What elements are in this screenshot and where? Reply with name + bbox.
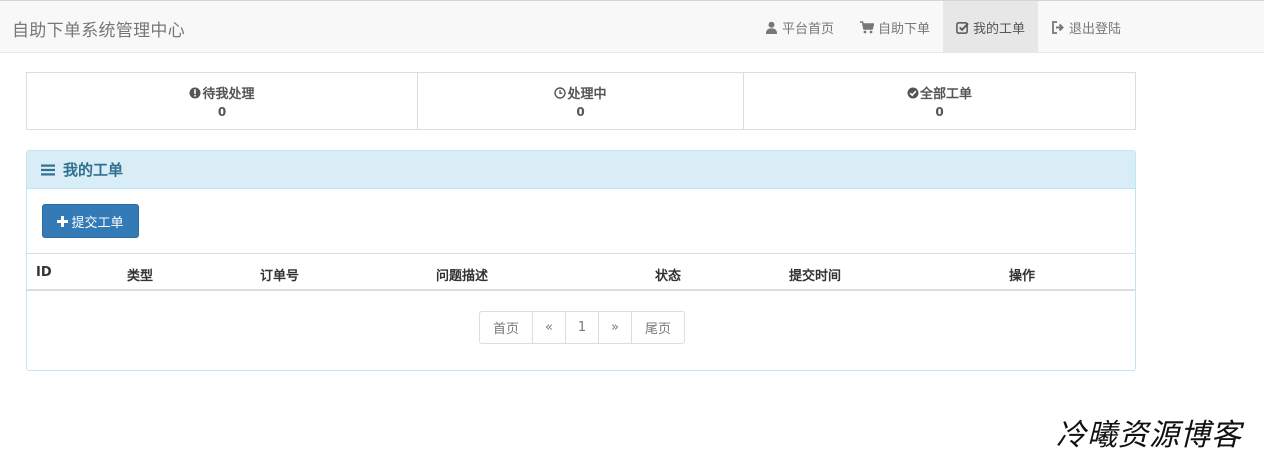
brand-title[interactable]: 自助下单系统管理中心	[12, 16, 185, 41]
pagination: 首页 « 1 » 尾页	[479, 311, 685, 344]
stat-pending-label: 待我处理	[202, 87, 255, 102]
table-header-row: ID 类型 订单号 问题描述 状态 提交时间 操作	[27, 253, 1135, 291]
stat-pending-value: 0	[217, 105, 227, 119]
stat-processing-label: 处理中	[567, 87, 607, 102]
nav-item-home-label: 平台首页	[782, 21, 835, 37]
nav-item-order[interactable]: 自助下单	[847, 1, 943, 53]
list-icon	[41, 164, 55, 175]
column-header-type: 类型	[127, 269, 154, 284]
navbar: 自助下单系统管理中心 平台首页 自助下单 我的工单 退出登陆	[0, 0, 1264, 53]
page-last[interactable]: 尾页	[631, 311, 685, 344]
cart-icon	[860, 20, 875, 33]
nav-item-my-tickets[interactable]: 我的工单	[943, 1, 1039, 53]
nav-item-order-label: 自助下单	[878, 21, 931, 37]
clock-icon	[554, 86, 567, 99]
nav-item-my-tickets-label: 我的工单	[973, 21, 1026, 37]
panel-heading: 我的工单	[27, 151, 1135, 189]
check-square-icon	[956, 21, 969, 34]
page-next[interactable]: »	[598, 311, 632, 344]
stat-all-value: 0	[935, 105, 944, 119]
page-first[interactable]: 首页	[479, 311, 533, 344]
watermark: 冷曦资源博客	[1056, 418, 1242, 453]
nav-item-logout[interactable]: 退出登陆	[1038, 1, 1134, 53]
stat-processing-value: 0	[576, 105, 585, 119]
nav-item-logout-label: 退出登陆	[1069, 21, 1122, 37]
plus-icon	[57, 215, 69, 227]
nav-item-home[interactable]: 平台首页	[752, 1, 847, 53]
stat-all-label: 全部工单	[919, 87, 972, 102]
column-header-status: 状态	[655, 269, 682, 284]
stat-all: 全部工单 0	[744, 73, 1135, 129]
nav-menu: 平台首页 自助下单 我的工单 退出登陆	[752, 1, 1134, 53]
column-header-order-no: 订单号	[260, 269, 300, 284]
column-header-actions: 操作	[1009, 269, 1036, 284]
submit-ticket-button[interactable]: 提交工单	[42, 204, 139, 238]
check-circle-icon	[907, 87, 919, 98]
stat-pending: 待我处理 0	[27, 73, 418, 129]
column-header-submit-time: 提交时间	[789, 269, 842, 284]
panel-title: 我的工单	[63, 161, 124, 179]
submit-ticket-label: 提交工单	[71, 215, 124, 231]
column-header-id: ID	[36, 265, 52, 280]
stat-processing: 处理中 0	[418, 73, 744, 129]
stats-bar: 待我处理 0 处理中 0 全部工单 0	[26, 72, 1136, 130]
user-icon	[765, 21, 778, 34]
logout-icon	[1052, 20, 1064, 34]
exclamation-circle-icon	[189, 87, 201, 98]
page-current[interactable]: 1	[565, 311, 599, 344]
tickets-panel: 我的工单 提交工单 ID 类型 订单号 问题描述 状态 提交时间 操作 首页 «…	[26, 150, 1136, 371]
column-header-description: 问题描述	[436, 269, 489, 284]
page-prev[interactable]: «	[532, 311, 566, 344]
